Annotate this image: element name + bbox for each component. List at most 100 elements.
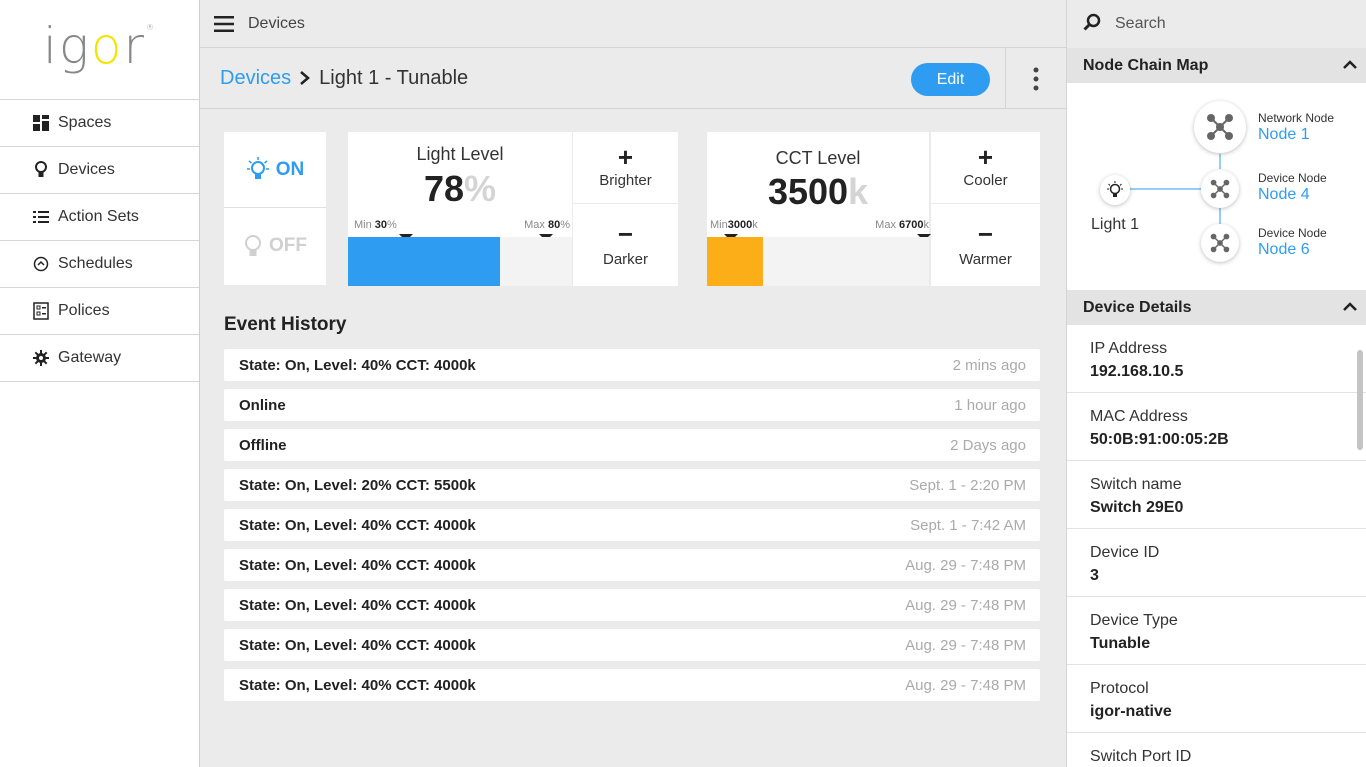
grid-icon: [32, 114, 50, 132]
bulb-icon: [1107, 181, 1123, 197]
chevron-right-icon: [299, 70, 311, 86]
event-row: State: On, Level: 40% CCT: 4000k Aug. 29 …: [224, 549, 1040, 581]
light-level-value: 78%: [423, 168, 497, 209]
sidebar-item-polices[interactable]: Polices: [0, 288, 199, 335]
node-name-link[interactable]: Node 6: [1258, 241, 1310, 259]
logo-text: igor®: [42, 16, 157, 75]
list-icon: [32, 208, 50, 226]
device-node-icon: [1210, 233, 1230, 253]
main-content: ON OFF Light Level 78% Min 30% Max 80% +…: [200, 109, 1066, 767]
event-row: State: On, Level: 40% CCT: 4000k Aug. 29 …: [224, 629, 1040, 661]
power-toggle: ON OFF: [224, 132, 326, 285]
node-chain-map: Light 1 Network Node Node 1 Device Node …: [1067, 83, 1366, 290]
cct-level-fill: [707, 237, 763, 286]
event-history-list: State: On, Level: 40% CCT: 4000k 2 mins a…: [224, 349, 1040, 709]
sidebar-item-schedules[interactable]: Schedules: [0, 241, 199, 288]
network-node-1[interactable]: [1194, 101, 1246, 153]
node-name-link[interactable]: Node 4: [1258, 186, 1310, 204]
node-type-label: Device Node: [1258, 171, 1327, 185]
checklist-icon: [32, 302, 50, 320]
event-text: State: On, Level: 40% CCT: 4000k: [239, 596, 476, 614]
detail-label: Protocol: [1090, 680, 1149, 697]
warmer-button[interactable]: − Warmer: [931, 204, 1040, 286]
event-time: Aug. 29 - 7:48 PM: [905, 676, 1026, 694]
detail-item: MAC Address 50:0B:91:00:05:2B: [1067, 393, 1366, 461]
cct-level-slider[interactable]: [707, 237, 929, 286]
light-node[interactable]: [1100, 175, 1130, 205]
detail-value: 192.168.10.5: [1090, 363, 1184, 380]
search-input[interactable]: [1115, 15, 1315, 33]
detail-label: MAC Address: [1090, 408, 1188, 425]
brighter-button[interactable]: + Brighter: [573, 132, 678, 203]
cct-level-max: Max 6700k: [875, 219, 929, 231]
node-type-label: Device Node: [1258, 226, 1327, 240]
chevron-up-icon[interactable]: [1342, 299, 1358, 317]
light-level-slider[interactable]: [348, 237, 572, 286]
plus-icon: +: [977, 142, 994, 172]
event-row: State: On, Level: 40% CCT: 4000k 2 mins a…: [224, 349, 1040, 381]
light-level-max: Max 80%: [524, 219, 570, 231]
darker-button[interactable]: − Darker: [573, 204, 678, 286]
sidebar-item-gateway[interactable]: Gateway: [0, 335, 199, 382]
sidebar-item-label: Schedules: [58, 255, 133, 272]
network-node-icon: [1207, 114, 1233, 140]
event-time: Sept. 1 - 7:42 AM: [910, 516, 1026, 534]
sidebar-item-spaces[interactable]: Spaces: [0, 100, 199, 147]
sidebar-item-label: Action Sets: [58, 208, 139, 225]
top-bar: Devices: [200, 0, 1066, 48]
detail-label: IP Address: [1090, 340, 1168, 357]
event-time: 1 hour ago: [954, 396, 1026, 414]
breadcrumb-current: Light 1 - Tunable: [319, 66, 469, 89]
event-row: State: On, Level: 20% CCT: 5500k Sept. 1 …: [224, 469, 1040, 501]
breadcrumb-devices-link[interactable]: Devices: [220, 67, 291, 90]
detail-item: Device Type Tunable: [1067, 597, 1366, 665]
detail-value: 50:0B:91:00:05:2B: [1090, 431, 1229, 448]
event-text: State: On, Level: 40% CCT: 4000k: [239, 556, 476, 574]
node-name-link[interactable]: Node 1: [1258, 126, 1310, 144]
event-text: State: On, Level: 40% CCT: 4000k: [239, 676, 476, 694]
light-level-min: Min 30%: [354, 219, 397, 231]
cct-level-panel: CCT Level 3500k Min3000k Max 6700k: [707, 132, 931, 286]
event-time: Sept. 1 - 2:20 PM: [909, 476, 1026, 494]
device-node-icon: [1210, 179, 1230, 199]
menu-icon[interactable]: [200, 0, 248, 48]
event-row: Offline 2 Days ago: [224, 429, 1040, 461]
cct-level-min: Min3000k: [710, 219, 758, 231]
right-panel: Node Chain Map Light 1 Network Node Node…: [1066, 48, 1366, 767]
device-node-4[interactable]: [1201, 170, 1239, 208]
breadcrumb: Devices Light 1 - Tunable Edit: [200, 48, 1066, 109]
light-level-panel: Light Level 78% Min 30% Max 80%: [348, 132, 572, 286]
chevron-up-icon[interactable]: [1342, 57, 1358, 75]
node-type-label: Network Node: [1258, 111, 1335, 125]
off-button[interactable]: OFF: [224, 208, 326, 284]
edit-button[interactable]: Edit: [911, 63, 990, 96]
event-text: Online: [239, 396, 286, 414]
event-row: State: On, Level: 40% CCT: 4000k Aug. 29 …: [224, 589, 1040, 621]
cooler-button[interactable]: + Cooler: [931, 132, 1040, 203]
bulb-icon: [32, 161, 50, 179]
search-icon[interactable]: [1083, 13, 1101, 36]
sidebar-item-devices[interactable]: Devices: [0, 147, 199, 194]
on-label: ON: [275, 158, 305, 180]
page-title: Devices: [248, 14, 305, 32]
scrollbar[interactable]: [1357, 350, 1363, 450]
detail-item: IP Address 192.168.10.5: [1067, 325, 1366, 393]
logo: igor®: [0, 0, 199, 100]
cct-level-value: 3500k: [767, 171, 869, 212]
event-history-title: Event History: [224, 314, 347, 335]
more-options-icon[interactable]: [1005, 48, 1066, 109]
event-row: Online 1 hour ago: [224, 389, 1040, 421]
node-chain-map-header[interactable]: Node Chain Map: [1067, 48, 1366, 83]
search-bar: [1066, 0, 1366, 48]
device-node-6[interactable]: [1201, 224, 1239, 262]
event-time: 2 Days ago: [950, 436, 1026, 454]
event-time: 2 mins ago: [952, 356, 1026, 374]
device-details-header[interactable]: Device Details: [1067, 290, 1366, 325]
sidebar-item-action-sets[interactable]: Action Sets: [0, 194, 199, 241]
sidebar-item-label: Devices: [58, 161, 115, 178]
detail-label: Device Type: [1090, 612, 1178, 629]
sidebar: igor® Spaces Devices Action Sets Schedul…: [0, 0, 200, 767]
detail-item: Protocol igor-native: [1067, 665, 1366, 733]
device-details-title: Device Details: [1083, 298, 1192, 316]
on-button[interactable]: ON: [224, 132, 326, 208]
